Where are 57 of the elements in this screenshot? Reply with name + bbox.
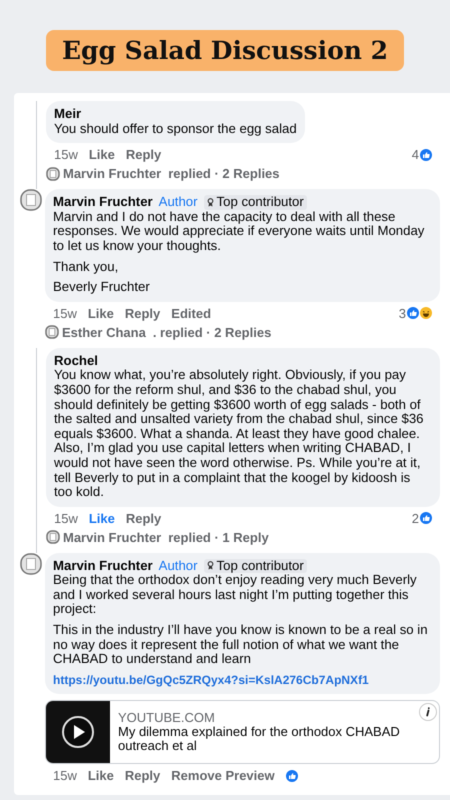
laughing-face-icon bbox=[420, 307, 432, 320]
remove-preview-button[interactable]: Remove Preview bbox=[171, 768, 275, 784]
badge-icon bbox=[206, 561, 214, 570]
link[interactable]: https://youtu.be/GgQc5ZRQyx4?si=KslA276Cb7ApNXf1 bbox=[53, 672, 369, 687]
author-name[interactable]: Rochel bbox=[54, 354, 98, 368]
like-button[interactable]: Like bbox=[88, 147, 115, 162]
link-title: My dilemma explained for the orthodox CHABAD outreach et al bbox=[118, 725, 401, 754]
like-button[interactable]: Like bbox=[88, 306, 114, 321]
replier-name[interactable]: Marvin Fruchter bbox=[63, 166, 162, 182]
contributor-badge: Top contributor bbox=[204, 558, 307, 574]
comment-text: You know what, you’re absolutely right. Obviously, if you pay $3600 for the reform shul, and $36 to the chabad shul, you should definitely be getting $3600 worth of egg salads - both of the salted and unsalted variety from the chabad shul, since $36 equals $3600. What a shanda. At least they have good chalee. Also, I’m glad you use capital letters when writing CHABAD, I would not have seen the word otherwise. Ps. While you’re at it, tell Beverly to put in a complaint that the koogel by kidoosh is too kold. bbox=[54, 368, 424, 500]
replies-link[interactable]: replied · 2 Replies bbox=[168, 166, 280, 182]
comment-text: Marvin and I do not have the capacity to deal with all these responses. We would appreciate if everyone waits until Monday to let us know your thoughts. bbox=[53, 210, 426, 254]
like-icon bbox=[420, 148, 432, 161]
replier-name[interactable]: Esther Chana bbox=[62, 324, 146, 340]
avatar-icon bbox=[46, 530, 60, 544]
reaction-count[interactable]: 4 bbox=[412, 147, 419, 162]
author-name[interactable]: Marvin Fruchter bbox=[53, 558, 153, 574]
timestamp[interactable]: 15w bbox=[53, 306, 77, 321]
play-icon bbox=[61, 715, 95, 750]
title-banner: Egg Salad Discussion 2 bbox=[46, 30, 404, 71]
avatar-icon bbox=[45, 325, 59, 340]
reply-button[interactable]: Reply bbox=[126, 147, 162, 162]
reaction-count[interactable]: 3 bbox=[398, 306, 406, 321]
link-preview[interactable]: YOUTUBE.COM My dilemma explained for the orthodox CHABAD outreach et al bbox=[45, 700, 440, 764]
reply-button[interactable]: Reply bbox=[126, 510, 162, 526]
reply-button[interactable]: Reply bbox=[124, 768, 160, 784]
reply-button[interactable]: Reply bbox=[124, 306, 160, 321]
replies-link[interactable]: . replied · 2 Replies bbox=[152, 324, 272, 340]
comment-text: Beverly Fruchter bbox=[53, 280, 151, 295]
edited-label: Edited bbox=[171, 306, 212, 321]
author-name[interactable]: Meir bbox=[54, 107, 82, 122]
badge-icon bbox=[206, 198, 214, 207]
comment-text: This in the industry I’ll have you know is known to be a real so in no way does it represent the full notion of what we want the CHABAD to understand and learn bbox=[53, 623, 429, 667]
reaction-count[interactable]: 2 bbox=[412, 510, 419, 526]
author-name[interactable]: Marvin Fruchter bbox=[53, 195, 153, 210]
author-label: Author bbox=[158, 558, 198, 574]
timestamp[interactable]: 15w bbox=[54, 510, 78, 526]
avatar-icon bbox=[46, 166, 60, 181]
like-icon bbox=[420, 512, 432, 524]
contributor-badge: Top contributor bbox=[204, 195, 307, 210]
like-button[interactable]: Like bbox=[88, 768, 114, 784]
comment-text: Thank you, bbox=[53, 260, 120, 274]
link-domain: YOUTUBE.COM bbox=[118, 711, 216, 726]
replier-name[interactable]: Marvin Fruchter bbox=[63, 530, 162, 545]
comment-text: You should offer to sponsor the egg salad bbox=[54, 122, 297, 136]
like-icon bbox=[286, 770, 298, 782]
replies-link[interactable]: replied · 1 Reply bbox=[168, 530, 269, 545]
author-label: Author bbox=[158, 195, 198, 210]
comment-text: Being that the orthodox don’t enjoy reading very much Beverly and I worked several hours last night I’m putting together this project: bbox=[53, 573, 418, 618]
avatar-icon bbox=[20, 189, 42, 212]
avatar-icon bbox=[20, 552, 42, 575]
info-icon bbox=[419, 703, 437, 722]
timestamp[interactable]: 15w bbox=[53, 768, 77, 784]
timestamp[interactable]: 15w bbox=[54, 147, 78, 162]
like-icon bbox=[407, 307, 419, 320]
like-button[interactable]: Like bbox=[88, 510, 115, 526]
